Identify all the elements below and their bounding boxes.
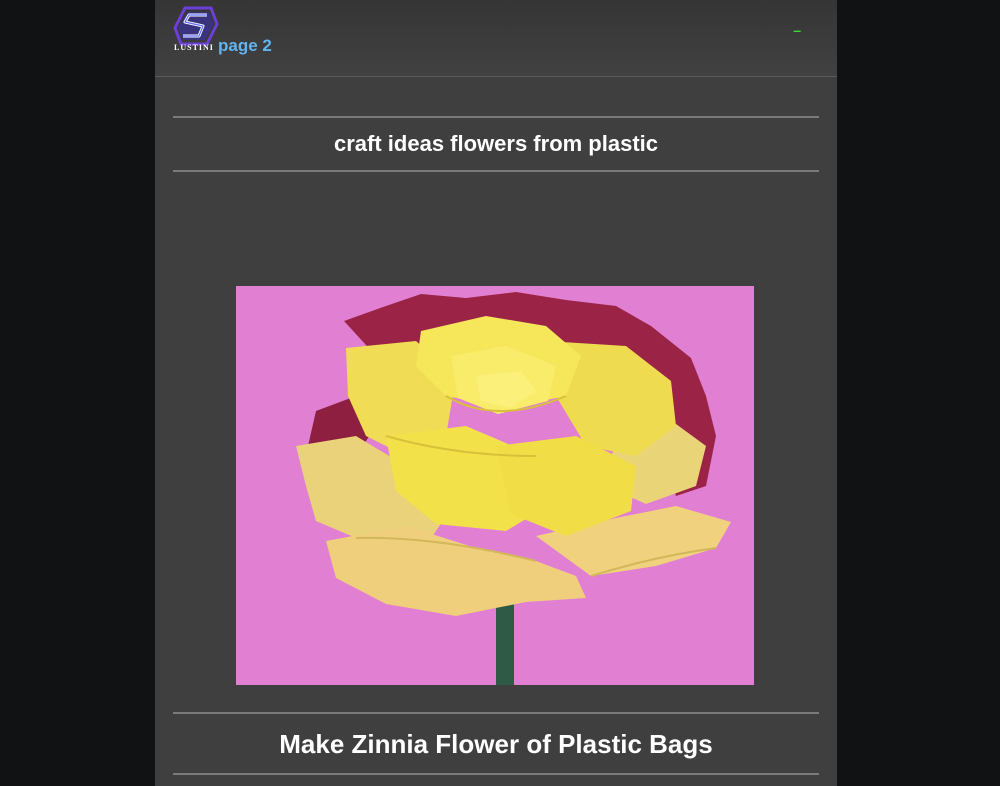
menu-toggle[interactable]: –	[793, 23, 801, 37]
image-caption: Make Zinnia Flower of Plastic Bags	[173, 712, 819, 775]
page-title: craft ideas flowers from plastic	[173, 116, 819, 172]
zinnia-flower-illustration	[236, 286, 754, 685]
site-header: LUSTINI page 2 –	[155, 0, 837, 77]
logo-text: LUSTINI	[174, 43, 214, 52]
flower-photo	[236, 286, 754, 685]
page-container: LUSTINI page 2 – craft ideas flowers fro…	[155, 0, 837, 786]
page-2-link[interactable]: page 2	[218, 37, 272, 55]
